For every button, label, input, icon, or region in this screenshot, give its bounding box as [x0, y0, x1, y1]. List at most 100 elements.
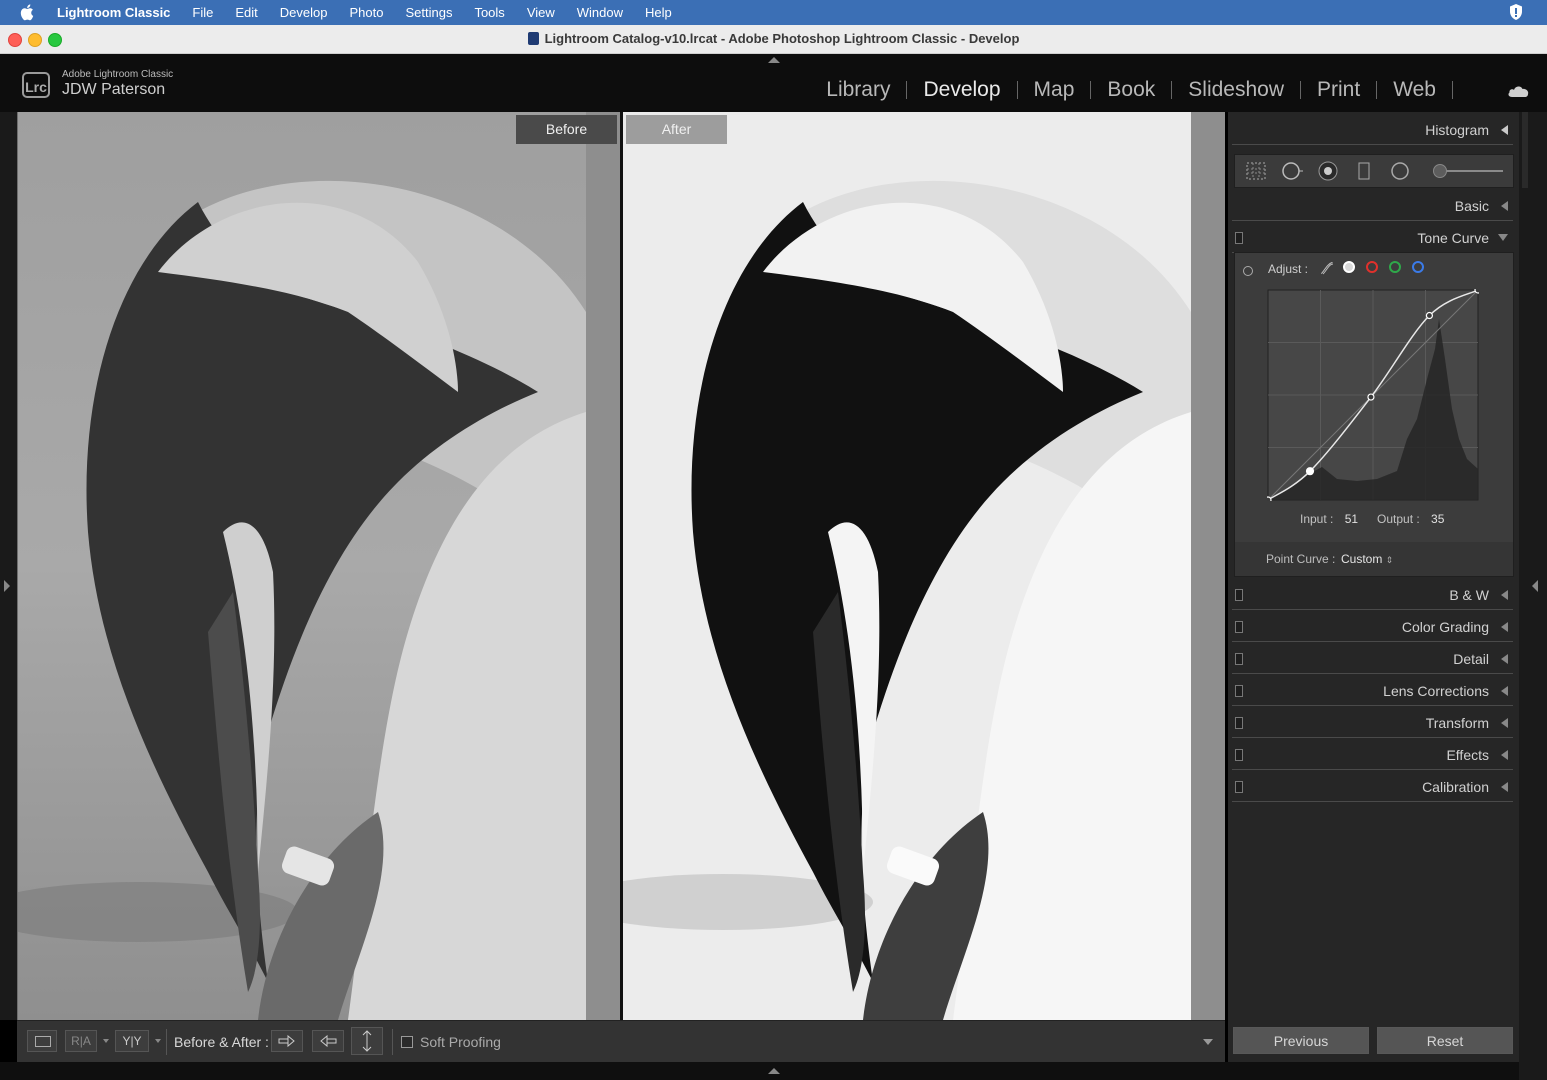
- point-curve-label: Point Curve :: [1266, 552, 1336, 566]
- calibration-panel-header[interactable]: Calibration: [1232, 771, 1513, 802]
- module-print[interactable]: Print: [1317, 78, 1360, 102]
- menu-help[interactable]: Help: [645, 5, 672, 20]
- detail-title: Detail: [1453, 651, 1489, 667]
- channel-green-icon[interactable]: [1389, 261, 1401, 273]
- curve-control-point[interactable]: [1305, 467, 1315, 476]
- module-picker: Library Develop Map Book Slideshow Print…: [826, 78, 1469, 102]
- product-name: Adobe Lightroom Classic: [62, 69, 174, 80]
- copy-after-to-before-button[interactable]: [312, 1030, 344, 1052]
- copy-before-to-after-button[interactable]: [271, 1030, 303, 1052]
- adjust-label: Adjust :: [1268, 262, 1309, 276]
- arrow-left-icon: [320, 1034, 337, 1048]
- expand-filmstrip-icon[interactable]: [768, 1068, 780, 1074]
- before-image[interactable]: [18, 112, 586, 1020]
- parametric-curve-icon[interactable]: [1319, 260, 1335, 276]
- menu-tools[interactable]: Tools: [474, 5, 504, 20]
- graduated-filter-icon[interactable]: [1353, 161, 1375, 181]
- adjustment-brush-knob[interactable]: [1433, 164, 1447, 178]
- right-panel-scrollbar[interactable]: [1522, 112, 1528, 188]
- channel-rgb-point-icon[interactable]: [1343, 261, 1355, 273]
- previous-button[interactable]: Previous: [1233, 1027, 1369, 1054]
- panel-toggle-switch[interactable]: [1235, 717, 1243, 729]
- red-eye-icon[interactable]: [1317, 161, 1339, 181]
- module-map[interactable]: Map: [1034, 78, 1075, 102]
- targeted-adjustment-icon[interactable]: [1243, 266, 1253, 276]
- panel-toggle-switch[interactable]: [1235, 653, 1243, 665]
- ra-dropdown-icon[interactable]: [103, 1039, 109, 1043]
- collapse-triangle-icon: [1501, 782, 1508, 792]
- collapse-right-panel-icon[interactable]: [1532, 580, 1538, 592]
- module-web[interactable]: Web: [1393, 78, 1436, 102]
- panel-toggle-switch[interactable]: [1235, 589, 1243, 601]
- curve-control-point[interactable]: [1425, 311, 1434, 320]
- soft-proofing-checkbox[interactable]: [401, 1036, 413, 1048]
- bw-title: B & W: [1449, 587, 1489, 603]
- panel-toggle-switch[interactable]: [1235, 749, 1243, 761]
- color-grading-panel-header[interactable]: Color Grading: [1232, 611, 1513, 642]
- curve-control-point[interactable]: [1474, 289, 1479, 294]
- collapse-triangle-icon: [1501, 686, 1508, 696]
- lrc-logo: Lrc: [22, 72, 50, 98]
- tone-curve-body: Adjust : Input : 51 Output : 35: [1234, 252, 1514, 544]
- module-develop[interactable]: Develop: [923, 78, 1000, 102]
- brush-size-slider-track[interactable]: [1441, 170, 1503, 172]
- tool-strip: [1234, 154, 1514, 188]
- menu-window[interactable]: Window: [577, 5, 623, 20]
- panel-toggle-switch[interactable]: [1235, 685, 1243, 697]
- arrow-right-icon: [278, 1034, 295, 1048]
- expand-triangle-icon: [1498, 234, 1508, 241]
- effects-panel-header[interactable]: Effects: [1232, 739, 1513, 770]
- module-slideshow[interactable]: Slideshow: [1188, 78, 1284, 102]
- curve-control-point[interactable]: [1367, 393, 1375, 401]
- expand-left-panel-icon[interactable]: [4, 580, 10, 592]
- lens-corrections-panel-header[interactable]: Lens Corrections: [1232, 675, 1513, 706]
- panel-toggle-switch[interactable]: [1235, 232, 1243, 244]
- menu-edit[interactable]: Edit: [235, 5, 257, 20]
- menu-file[interactable]: File: [192, 5, 213, 20]
- before-pane-gutter: [586, 112, 620, 1020]
- top-panel-toggle-icon[interactable]: [768, 57, 780, 63]
- channel-blue-icon[interactable]: [1412, 261, 1424, 273]
- spot-removal-icon[interactable]: [1281, 161, 1303, 181]
- toolbar-content-menu-icon[interactable]: [1203, 1039, 1213, 1045]
- shield-icon[interactable]: [1509, 3, 1523, 21]
- before-after-left-right-button[interactable]: R|A: [65, 1030, 97, 1052]
- crop-overlay-icon[interactable]: [1245, 161, 1267, 181]
- channel-red-icon[interactable]: [1366, 261, 1378, 273]
- after-image[interactable]: [623, 112, 1191, 1020]
- left-panel-handle[interactable]: [0, 112, 17, 1020]
- reset-button[interactable]: Reset: [1377, 1027, 1513, 1054]
- soft-proofing-label[interactable]: Soft Proofing: [420, 1034, 501, 1050]
- right-panel-handle[interactable]: [1519, 112, 1547, 1080]
- module-separator: [1376, 81, 1378, 99]
- menu-develop[interactable]: Develop: [280, 5, 328, 20]
- panel-toggle-switch[interactable]: [1235, 781, 1243, 793]
- menu-settings[interactable]: Settings: [405, 5, 452, 20]
- histogram-panel-header[interactable]: Histogram: [1232, 114, 1513, 145]
- panel-toggle-switch[interactable]: [1235, 621, 1243, 633]
- penguin-before-photo: [18, 112, 586, 1020]
- tone-curve-title: Tone Curve: [1417, 230, 1489, 246]
- apple-menu-icon[interactable]: [20, 3, 36, 21]
- module-separator: [1452, 81, 1453, 99]
- menu-view[interactable]: View: [527, 5, 555, 20]
- menu-photo[interactable]: Photo: [349, 5, 383, 20]
- radial-filter-icon[interactable]: [1389, 161, 1411, 181]
- yy-dropdown-icon[interactable]: [155, 1039, 161, 1043]
- bw-panel-header[interactable]: B & W: [1232, 579, 1513, 610]
- point-curve-select[interactable]: Custom ⇕: [1341, 552, 1393, 566]
- loupe-view-button[interactable]: [27, 1030, 57, 1052]
- transform-panel-header[interactable]: Transform: [1232, 707, 1513, 738]
- module-library[interactable]: Library: [826, 78, 890, 102]
- tone-curve-graph[interactable]: [1267, 289, 1479, 501]
- effects-title: Effects: [1446, 747, 1489, 763]
- tone-curve-panel-header[interactable]: Tone Curve: [1232, 222, 1513, 253]
- basic-panel-header[interactable]: Basic: [1232, 190, 1513, 221]
- before-after-split-button[interactable]: Y|Y: [115, 1030, 149, 1052]
- swap-before-after-button[interactable]: [351, 1027, 383, 1055]
- module-book[interactable]: Book: [1107, 78, 1155, 102]
- curve-control-point[interactable]: [1267, 496, 1272, 501]
- cloud-sync-icon[interactable]: [1507, 85, 1529, 97]
- detail-panel-header[interactable]: Detail: [1232, 643, 1513, 674]
- menu-lightroom-classic[interactable]: Lightroom Classic: [57, 5, 170, 20]
